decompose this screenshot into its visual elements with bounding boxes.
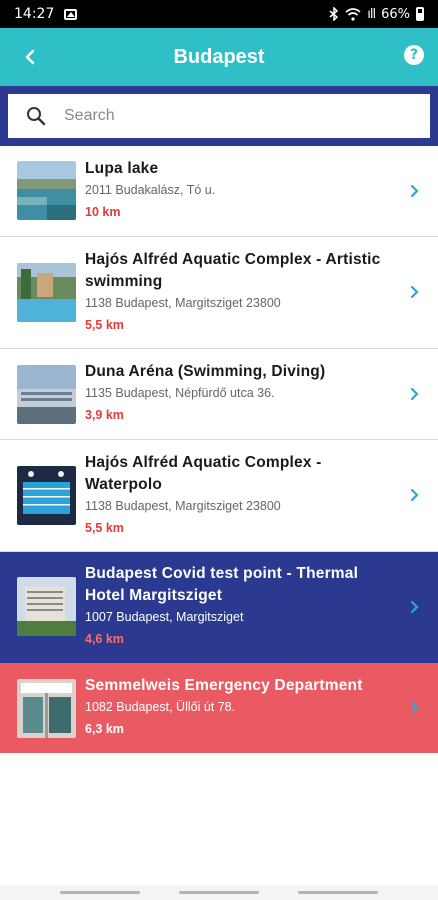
item-title: Semmelweis Emergency Department bbox=[85, 677, 363, 694]
list-item-emergency[interactable]: Semmelweis Emergency Department 1082 Bud… bbox=[0, 663, 438, 753]
chevron-right-icon[interactable] bbox=[408, 387, 422, 401]
chevron-right-icon[interactable] bbox=[408, 701, 422, 715]
item-title: Budapest Covid test point - Thermal Hote… bbox=[85, 565, 359, 604]
battery-icon bbox=[416, 7, 424, 21]
item-address: 1138 Budapest, Margitsziget 23800 bbox=[85, 296, 281, 310]
search-icon bbox=[27, 107, 46, 126]
search-bar bbox=[0, 86, 438, 146]
item-address: 2011 Budakalász, Tó u. bbox=[85, 183, 216, 197]
back-button[interactable] bbox=[14, 41, 46, 73]
signal-icon: ıll bbox=[367, 6, 376, 22]
item-distance: 5,5 km bbox=[85, 521, 124, 535]
item-address: 1135 Budapest, Népfürdő utca 36. bbox=[85, 386, 275, 400]
list-item[interactable]: Hajós Alfréd Aquatic Complex - Waterpolo… bbox=[0, 440, 438, 552]
list-item[interactable]: Hajós Alfréd Aquatic Complex - Artistic … bbox=[0, 237, 438, 349]
list-item[interactable]: Duna Aréna (Swimming, Diving) 1135 Budap… bbox=[0, 349, 438, 440]
list-item[interactable]: Lupa lake 2011 Budakalász, Tó u. 10 km bbox=[0, 146, 438, 237]
waterpolo-thumbnail bbox=[17, 466, 76, 525]
status-time: 14:27 bbox=[14, 6, 55, 22]
item-distance: 6,3 km bbox=[85, 722, 124, 736]
wifi-icon bbox=[345, 7, 361, 21]
search-input[interactable] bbox=[64, 107, 384, 125]
item-title: Hajós Alfréd Aquatic Complex - Waterpolo bbox=[85, 454, 322, 493]
arena-thumbnail bbox=[17, 365, 76, 424]
chevron-right-icon[interactable] bbox=[408, 285, 422, 299]
app-header: Budapest ? bbox=[0, 28, 438, 86]
help-icon: ? bbox=[409, 47, 419, 63]
status-bar: 14:27 ıll 66% bbox=[0, 0, 438, 28]
nav-home-button[interactable] bbox=[178, 891, 259, 894]
battery-percent: 66% bbox=[381, 6, 410, 22]
hotel-thumbnail bbox=[17, 577, 76, 636]
pool-thumbnail bbox=[17, 263, 76, 322]
nav-back-button[interactable] bbox=[298, 891, 379, 894]
bluetooth-icon bbox=[329, 7, 339, 21]
item-address: 1007 Budapest, Margitsziget bbox=[85, 610, 244, 624]
help-button[interactable]: ? bbox=[404, 45, 424, 65]
nav-recents-button[interactable] bbox=[59, 891, 140, 894]
hospital-thumbnail bbox=[17, 679, 76, 738]
item-distance: 3,9 km bbox=[85, 408, 124, 422]
item-title: Hajós Alfréd Aquatic Complex - Artistic … bbox=[85, 251, 381, 290]
item-distance: 5,5 km bbox=[85, 318, 124, 332]
item-distance: 4,6 km bbox=[85, 632, 124, 646]
back-arrow-icon bbox=[25, 49, 35, 65]
list-item-covid[interactable]: Budapest Covid test point - Thermal Hote… bbox=[0, 552, 438, 663]
item-address: 1138 Budapest, Margitsziget 23800 bbox=[85, 499, 281, 513]
chevron-right-icon[interactable] bbox=[408, 184, 422, 198]
lake-thumbnail bbox=[17, 161, 76, 220]
page-title: Budapest bbox=[173, 45, 265, 68]
location-list: Lupa lake 2011 Budakalász, Tó u. 10 km H… bbox=[0, 146, 438, 753]
item-address: 1082 Budapest, Üllői út 78. bbox=[85, 700, 236, 714]
chevron-right-icon[interactable] bbox=[408, 488, 422, 502]
chevron-right-icon[interactable] bbox=[408, 600, 422, 614]
item-title: Duna Aréna (Swimming, Diving) bbox=[85, 363, 326, 380]
search-box[interactable] bbox=[8, 94, 430, 138]
item-distance: 10 km bbox=[85, 205, 121, 219]
gallery-notification-icon bbox=[64, 8, 78, 20]
item-title: Lupa lake bbox=[85, 160, 159, 177]
system-nav-bar bbox=[0, 885, 438, 900]
